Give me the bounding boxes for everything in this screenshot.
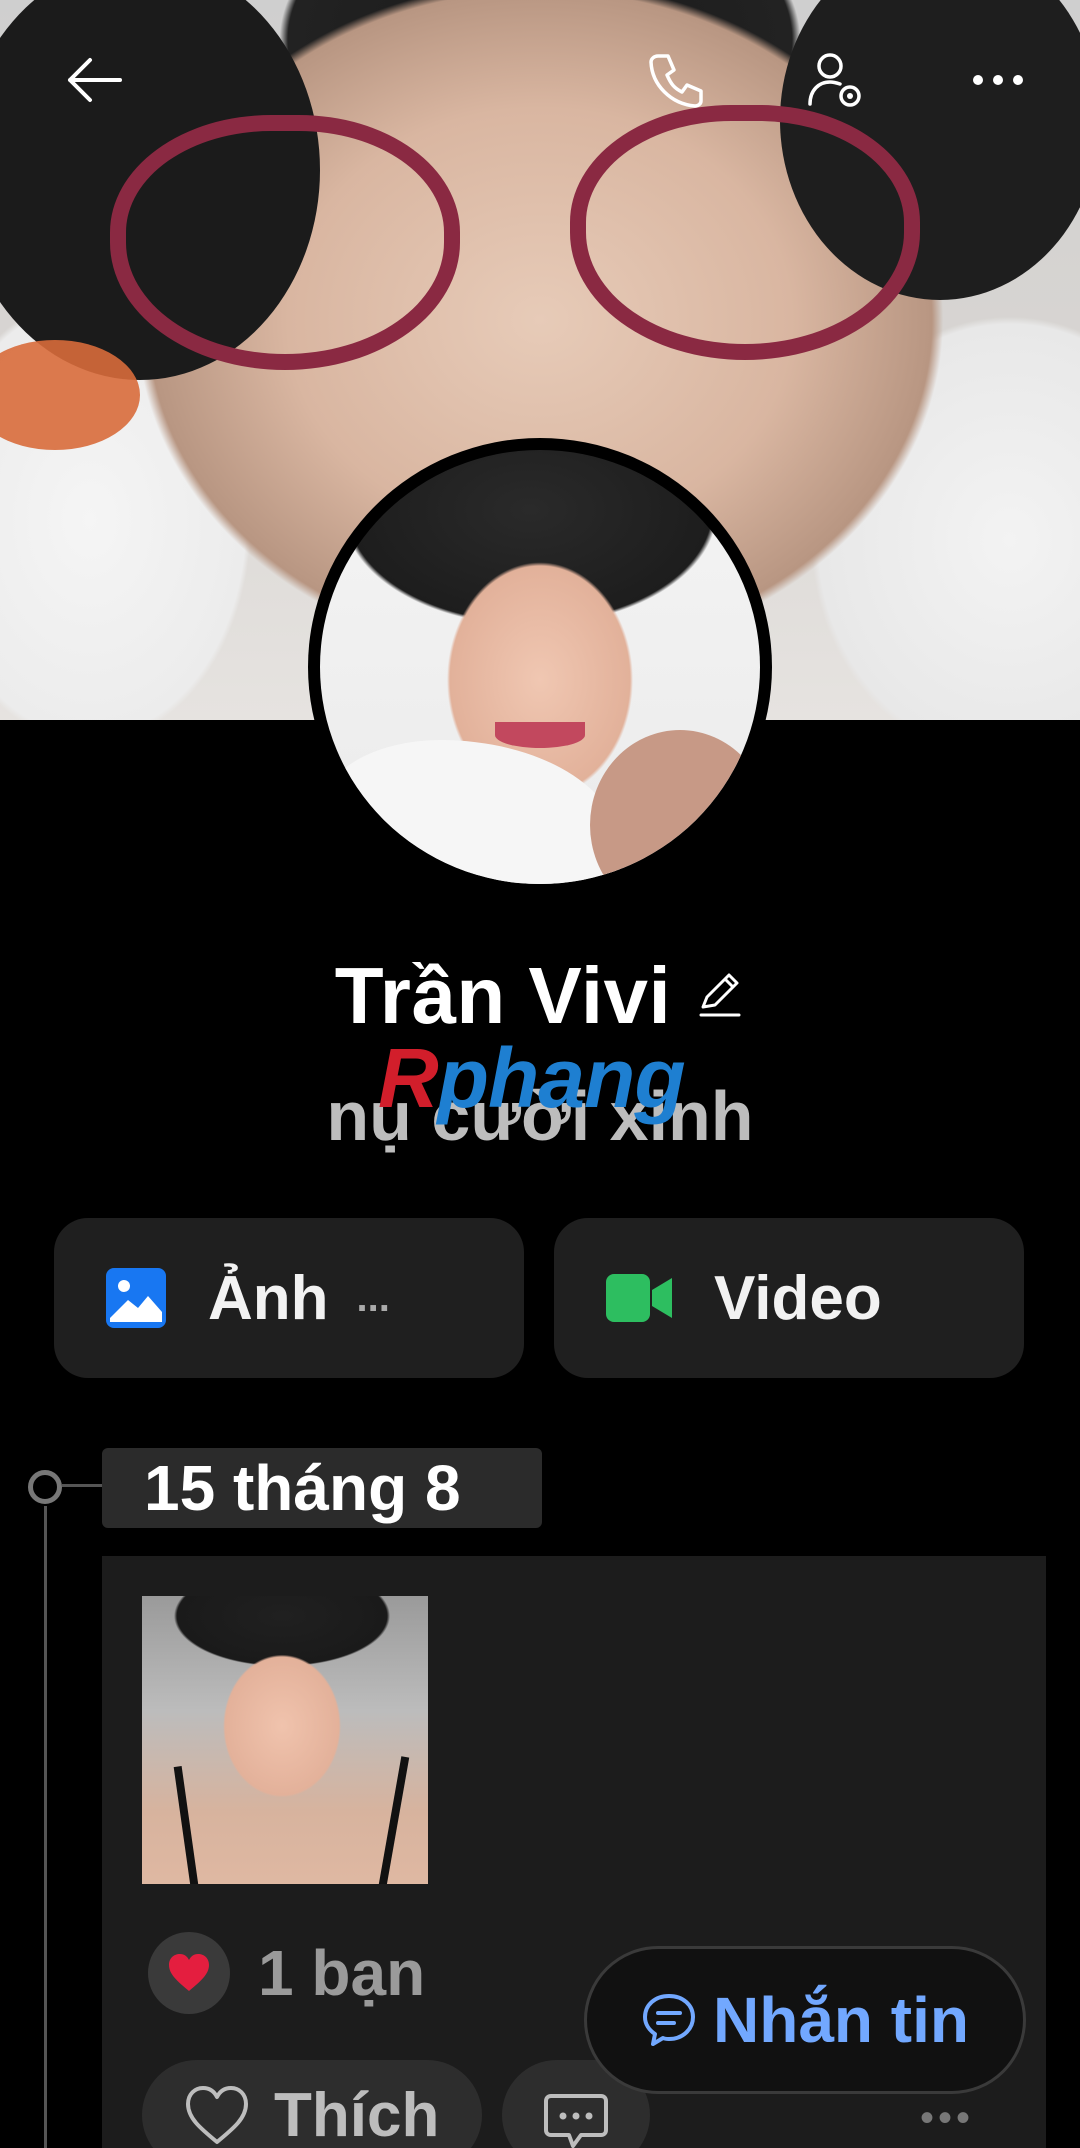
profile-name: Trần Vivi (334, 951, 672, 1040)
like-label: Thích (274, 2080, 440, 2148)
timeline-line (44, 1506, 47, 2148)
reaction-count[interactable]: 1 bạn (258, 1936, 425, 2010)
heart-icon (169, 1954, 209, 1991)
profile-settings-button[interactable] (796, 40, 876, 120)
phone-icon (649, 54, 703, 108)
cover-glasses-right (570, 105, 920, 360)
timeline-node (28, 1470, 62, 1504)
like-button[interactable]: Thích (142, 2060, 482, 2148)
user-settings-icon (808, 53, 861, 107)
more-options-button[interactable] (958, 40, 1038, 120)
profile-avatar[interactable] (308, 438, 772, 896)
videos-label: Video (714, 1263, 882, 1333)
send-message-label: Nhắn tin (713, 1984, 969, 2056)
watermark-logo: Rphang (378, 1030, 686, 1127)
timeline-date: 15 tháng 8 (102, 1448, 542, 1528)
videos-button[interactable]: Video (554, 1218, 1024, 1378)
avatar-photo (320, 450, 760, 884)
photo-strap-right (378, 1756, 410, 1884)
edit-name-button[interactable] (695, 969, 745, 1024)
post-more-options[interactable]: ••• (920, 2096, 974, 2141)
post-photo[interactable] (142, 1596, 428, 1884)
photos-button[interactable]: Ảnh ... (54, 1218, 524, 1378)
video-camera-icon (606, 1274, 672, 1322)
photos-more: ... (356, 1275, 390, 1320)
avatar-shirt (320, 740, 620, 884)
photos-label: Ảnh (208, 1263, 329, 1333)
back-button[interactable] (54, 40, 134, 120)
comment-icon (544, 2094, 608, 2148)
back-arrow-icon (68, 58, 122, 102)
send-message-button[interactable]: Nhắn tin (584, 1946, 1026, 2094)
avatar-hand (590, 730, 760, 884)
photo-icon (106, 1268, 166, 1328)
watermark-rest: phang (437, 1031, 686, 1125)
avatar-lips (495, 722, 585, 748)
message-bubble-icon (643, 1994, 695, 2046)
edit-pencil-icon (699, 973, 741, 1016)
more-icon (973, 75, 1023, 85)
photo-strap-left (173, 1766, 199, 1884)
call-button[interactable] (636, 40, 716, 120)
like-heart-icon (186, 2086, 248, 2144)
watermark-first-letter: R (378, 1031, 439, 1125)
reaction-badge[interactable] (148, 1932, 230, 2014)
cover-glasses-left (110, 115, 460, 370)
profile-name-row: Trần Vivi (0, 950, 1080, 1042)
timeline-connector (62, 1484, 102, 1487)
